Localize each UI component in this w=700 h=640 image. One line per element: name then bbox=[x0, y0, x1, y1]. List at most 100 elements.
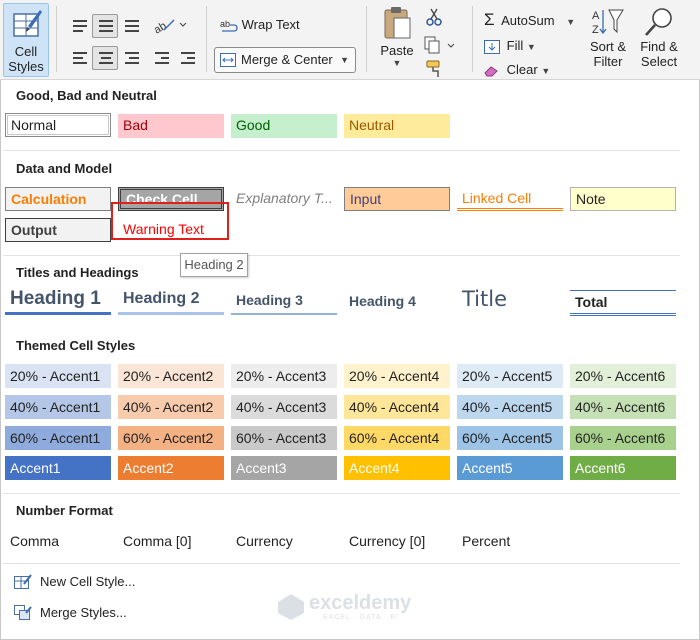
style-heading-4[interactable]: Heading 4 bbox=[344, 287, 450, 315]
themed-style-row20-accent3[interactable]: 20% - Accent3 bbox=[231, 364, 337, 388]
watermark-sub: EXCEL · DATA · BI bbox=[323, 614, 399, 621]
fill-button[interactable]: Fill ▼ bbox=[484, 38, 536, 54]
style-heading-3[interactable]: Heading 3 bbox=[231, 287, 337, 315]
cut-button[interactable] bbox=[426, 8, 442, 29]
style-explanatory-text[interactable]: Explanatory T... bbox=[231, 187, 337, 211]
style-neutral[interactable]: Neutral bbox=[344, 114, 450, 138]
orientation-button[interactable]: ab bbox=[152, 14, 188, 39]
themed-style-row40-accent3[interactable]: 40% - Accent3 bbox=[231, 395, 337, 419]
new-style-icon bbox=[14, 574, 32, 589]
paintbrush-icon bbox=[426, 60, 440, 77]
themed-style-row20-accent6[interactable]: 20% - Accent6 bbox=[570, 364, 676, 388]
themed-style-row20-accent2[interactable]: 20% - Accent2 bbox=[118, 364, 224, 388]
themed-style-row100-accent5[interactable]: Accent5 bbox=[457, 456, 563, 480]
themed-style-row60-accent6[interactable]: 60% - Accent6 bbox=[570, 426, 676, 450]
themed-style-row60-accent4[interactable]: 60% - Accent4 bbox=[344, 426, 450, 450]
fill-label: Fill bbox=[506, 38, 524, 53]
merge-center-label: Merge & Center bbox=[241, 52, 333, 67]
style-linked-cell[interactable]: Linked Cell bbox=[457, 187, 563, 211]
copy-icon bbox=[424, 36, 455, 54]
clear-button[interactable]: Clear ▼ bbox=[484, 62, 550, 77]
themed-style-row100-accent1[interactable]: Accent1 bbox=[5, 456, 111, 480]
style-normal[interactable]: Normal bbox=[5, 113, 111, 137]
align-right-button[interactable] bbox=[118, 46, 144, 70]
cell-styles-label: Cell Styles bbox=[8, 44, 44, 74]
themed-style-row100-accent4[interactable]: Accent4 bbox=[344, 456, 450, 480]
style-calculation[interactable]: Calculation bbox=[5, 187, 111, 211]
copy-button[interactable] bbox=[424, 36, 455, 57]
themed-style-row100-accent6[interactable]: Accent6 bbox=[570, 456, 676, 480]
align-center-button[interactable] bbox=[92, 46, 118, 70]
merge-styles-icon bbox=[14, 605, 32, 620]
paste-button[interactable]: Paste ▼ bbox=[380, 6, 414, 68]
style-good[interactable]: Good bbox=[231, 114, 337, 138]
themed-style-row40-accent2[interactable]: 40% - Accent2 bbox=[118, 395, 224, 419]
autosum-button[interactable]: Σ AutoSum ▼ bbox=[484, 10, 575, 30]
tooltip: Heading 2 bbox=[180, 253, 248, 277]
themed-style-row60-accent1[interactable]: 60% - Accent1 bbox=[5, 426, 111, 450]
find-select-button[interactable]: Find & Select bbox=[634, 6, 684, 69]
merge-center-button[interactable]: Merge & Center ▼ bbox=[214, 47, 356, 73]
divider bbox=[3, 255, 680, 256]
style-heading-1[interactable]: Heading 1 bbox=[5, 287, 111, 315]
cell-styles-button[interactable]: Cell Styles bbox=[3, 3, 49, 77]
orientation-icon: ab bbox=[152, 19, 187, 36]
merge-styles-menu-item[interactable]: Merge Styles... bbox=[10, 601, 210, 625]
format-painter-button[interactable] bbox=[426, 60, 444, 81]
decrease-indent-button[interactable] bbox=[148, 46, 174, 70]
themed-style-row20-accent5[interactable]: 20% - Accent5 bbox=[457, 364, 563, 388]
style-currency[interactable]: Currency bbox=[236, 533, 293, 549]
style-bad[interactable]: Bad bbox=[118, 114, 224, 138]
section-heading-titles: Titles and Headings bbox=[16, 265, 139, 280]
chevron-down-icon: ▼ bbox=[526, 42, 536, 52]
style-input[interactable]: Input bbox=[344, 187, 450, 211]
style-comma[interactable]: Comma bbox=[10, 533, 59, 549]
align-left-button[interactable] bbox=[66, 46, 92, 70]
themed-style-row40-accent6[interactable]: 40% - Accent6 bbox=[570, 395, 676, 419]
sort-filter-label: Sort & Filter bbox=[589, 39, 627, 69]
themed-style-row60-accent3[interactable]: 60% - Accent3 bbox=[231, 426, 337, 450]
chevron-down-icon[interactable]: ▼ bbox=[340, 48, 349, 72]
divider bbox=[3, 493, 680, 494]
themed-style-row20-accent1[interactable]: 20% - Accent1 bbox=[5, 364, 111, 388]
separator bbox=[472, 6, 473, 72]
style-total[interactable]: Total bbox=[570, 290, 676, 316]
merge-center-icon bbox=[220, 53, 236, 67]
style-output[interactable]: Output bbox=[5, 218, 111, 242]
style-comma-0[interactable]: Comma [0] bbox=[123, 533, 191, 549]
paste-label: Paste bbox=[380, 43, 414, 58]
themed-style-row40-accent4[interactable]: 40% - Accent4 bbox=[344, 395, 450, 419]
top-align-button[interactable] bbox=[66, 14, 92, 38]
section-heading-good-bad-neutral: Good, Bad and Neutral bbox=[16, 88, 157, 103]
style-title[interactable]: Title bbox=[457, 287, 563, 315]
chevron-down-icon: ▼ bbox=[392, 58, 402, 68]
middle-align-button[interactable] bbox=[92, 14, 118, 38]
themed-style-row40-accent1[interactable]: 40% - Accent1 bbox=[5, 395, 111, 419]
increase-indent-button[interactable] bbox=[174, 46, 200, 70]
wrap-text-button[interactable]: ab Wrap Text bbox=[220, 17, 300, 34]
section-heading-number-format: Number Format bbox=[16, 503, 113, 518]
style-currency-0[interactable]: Currency [0] bbox=[349, 533, 425, 549]
bottom-align-button[interactable] bbox=[118, 14, 144, 38]
exceldemy-watermark: exceldemy EXCEL · DATA · BI bbox=[277, 590, 427, 626]
style-note[interactable]: Note bbox=[570, 187, 676, 211]
themed-style-row100-accent3[interactable]: Accent3 bbox=[231, 456, 337, 480]
new-cell-style-menu-item[interactable]: New Cell Style... bbox=[10, 570, 210, 594]
themed-style-row60-accent5[interactable]: 60% - Accent5 bbox=[457, 426, 563, 450]
magnifier-icon bbox=[645, 8, 672, 36]
svg-text:Z: Z bbox=[592, 24, 599, 36]
separator bbox=[206, 6, 207, 72]
style-heading-2[interactable]: Heading 2 bbox=[118, 287, 224, 315]
cell-styles-icon bbox=[13, 10, 42, 37]
themed-style-row20-accent4[interactable]: 20% - Accent4 bbox=[344, 364, 450, 388]
themed-style-row40-accent5[interactable]: 40% - Accent5 bbox=[457, 395, 563, 419]
sort-filter-icon: A Z bbox=[592, 9, 624, 36]
sigma-icon: Σ bbox=[484, 10, 495, 29]
themed-style-row60-accent2[interactable]: 60% - Accent2 bbox=[118, 426, 224, 450]
sort-filter-button[interactable]: A Z Sort & Filter bbox=[586, 6, 630, 69]
chevron-down-icon: ▼ bbox=[566, 17, 576, 27]
fill-down-icon bbox=[484, 39, 500, 54]
divider bbox=[3, 563, 680, 564]
style-percent[interactable]: Percent bbox=[462, 533, 510, 549]
themed-style-row100-accent2[interactable]: Accent2 bbox=[118, 456, 224, 480]
